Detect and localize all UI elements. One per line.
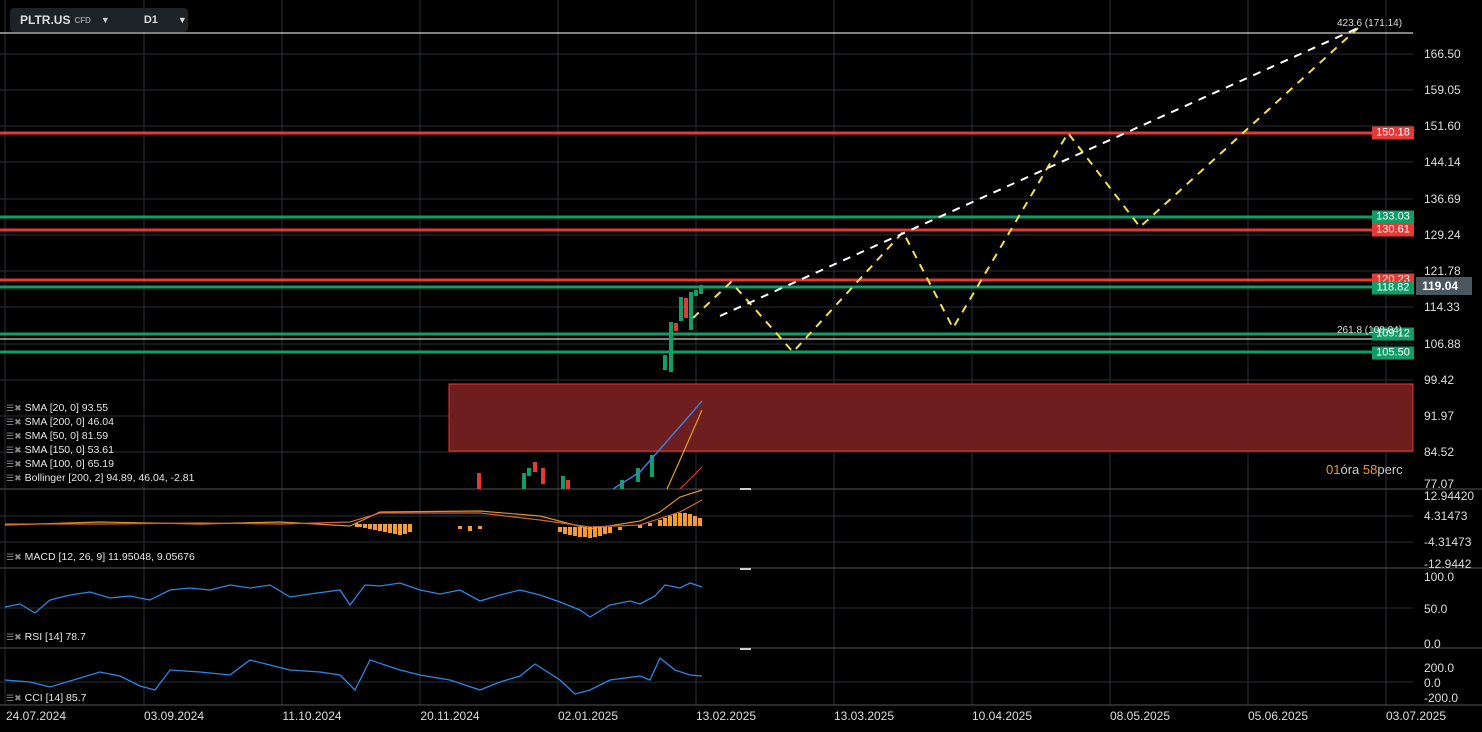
date-tick: 08.05.2025 bbox=[1109, 709, 1171, 723]
macd-tick: -12.9442 bbox=[1424, 557, 1472, 571]
trend-projection-line[interactable] bbox=[719, 27, 1359, 317]
date-tick: 03.07.2025 bbox=[1385, 709, 1447, 723]
price-tick: 121.78 bbox=[1424, 264, 1461, 278]
legend-item[interactable]: ☰✖ SMA [100, 0] 65.19 bbox=[6, 458, 114, 470]
candle bbox=[679, 297, 683, 321]
date-tick: 05.06.2025 bbox=[1247, 709, 1309, 723]
date-tick: 02.01.2025 bbox=[557, 709, 619, 723]
candle bbox=[663, 355, 667, 370]
macd-panel bbox=[4, 489, 703, 538]
cci-tick: -200.0 bbox=[1424, 691, 1459, 705]
price-tick: 151.60 bbox=[1424, 119, 1461, 133]
date-tick: 13.03.2025 bbox=[833, 709, 895, 723]
legend-item[interactable]: ☰✖ SMA [20, 0] 93.55 bbox=[6, 402, 108, 414]
current-price-label: 119.04 bbox=[1416, 277, 1472, 295]
candle bbox=[669, 322, 673, 372]
level-tag[interactable]: 130.61 bbox=[1372, 223, 1414, 237]
rsi-tick: 50.0 bbox=[1424, 602, 1448, 616]
sma-100-line bbox=[679, 466, 703, 490]
macd-tick: -4.31473 bbox=[1424, 535, 1472, 549]
rsi-tick: 100.0 bbox=[1424, 570, 1455, 584]
price-tick: 129.24 bbox=[1424, 228, 1461, 242]
macd-legend[interactable]: ☰✖ MACD [12, 26, 9] 11.95048, 9.05676 bbox=[6, 551, 195, 563]
price-tick: 84.52 bbox=[1424, 445, 1455, 459]
candle-countdown: 01óra 58perc bbox=[1326, 462, 1403, 477]
rsi-legend[interactable]: ☰✖ RSI [14] 78.7 bbox=[6, 631, 86, 643]
price-tick: 166.50 bbox=[1424, 47, 1461, 61]
legend-item[interactable]: ☰✖ Bollinger [200, 2] 94.89, 46.04, -2.81 bbox=[6, 472, 194, 484]
level-tag[interactable]: 133.03 bbox=[1372, 210, 1414, 224]
chevron-down-icon[interactable]: ▼ bbox=[101, 15, 110, 25]
fib-423-label: 423.6 (171.14) bbox=[1337, 18, 1403, 29]
price-tick: 136.69 bbox=[1424, 192, 1461, 206]
chart-canvas[interactable] bbox=[0, 0, 1482, 732]
cci-line bbox=[4, 656, 703, 695]
date-tick: 03.09.2024 bbox=[143, 709, 205, 723]
price-tick: 106.88 bbox=[1424, 337, 1461, 351]
legend-item[interactable]: ☰✖ SMA [200, 0] 46.04 bbox=[6, 416, 114, 428]
symbol-name: PLTR.US bbox=[20, 13, 71, 27]
symbol-selector[interactable]: PLTR.US CFD ▼ D1 ▼ bbox=[10, 8, 188, 32]
legend-item[interactable]: ☰✖ SMA [50, 0] 81.59 bbox=[6, 430, 108, 442]
rsi-line bbox=[4, 582, 703, 618]
date-tick: 11.10.2024 bbox=[282, 709, 342, 723]
candle bbox=[699, 285, 703, 294]
chevron-down-icon[interactable]: ▼ bbox=[178, 15, 187, 25]
rsi-tick: 0.0 bbox=[1424, 637, 1441, 651]
macd-tick: 12.94420 bbox=[1424, 489, 1475, 503]
date-tick: 20.11.2024 bbox=[420, 709, 480, 723]
panel-scroll-handles[interactable] bbox=[740, 488, 751, 650]
level-tag[interactable]: 118.82 bbox=[1372, 281, 1414, 295]
cci-tick: 0.0 bbox=[1424, 676, 1441, 690]
price-tick: 144.14 bbox=[1424, 155, 1461, 169]
macd-tick: 4.31473 bbox=[1424, 509, 1468, 523]
level-tag[interactable]: 105.50 bbox=[1372, 346, 1414, 360]
candle bbox=[684, 298, 688, 318]
panel-separators[interactable] bbox=[0, 488, 1482, 706]
projection-zigzag[interactable] bbox=[692, 27, 1359, 354]
supply-zone[interactable] bbox=[448, 383, 1414, 452]
cci-tick: 200.0 bbox=[1424, 661, 1455, 675]
price-tick: 114.33 bbox=[1424, 300, 1460, 314]
price-tick: 99.42 bbox=[1424, 373, 1455, 387]
symbol-type: CFD bbox=[74, 15, 91, 25]
cci-legend[interactable]: ☰✖ CCI [14] 85.7 bbox=[6, 692, 86, 704]
date-tick: 10.04.2025 bbox=[971, 709, 1033, 723]
candle bbox=[694, 290, 698, 296]
timeframe-selector[interactable]: D1 bbox=[144, 14, 158, 26]
date-tick: 13.02.2025 bbox=[695, 709, 757, 723]
legend-item[interactable]: ☰✖ SMA [150, 0] 53.61 bbox=[6, 444, 114, 456]
candle bbox=[674, 323, 678, 331]
price-tick: 159.05 bbox=[1424, 83, 1461, 97]
price-tick: 91.97 bbox=[1424, 409, 1455, 423]
candle bbox=[689, 292, 693, 330]
level-tag[interactable]: 150.18 bbox=[1372, 126, 1414, 140]
date-tick: 24.07.2024 bbox=[5, 709, 67, 723]
fib-261-label: 261.8 (108.04) bbox=[1337, 325, 1403, 336]
